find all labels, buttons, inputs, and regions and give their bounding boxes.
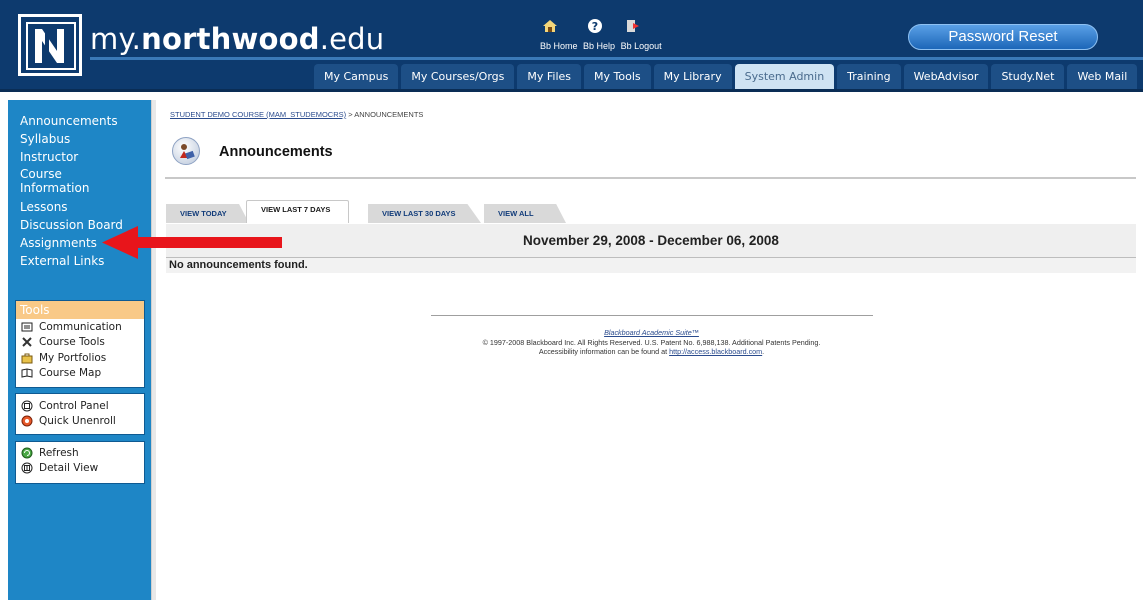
tool-course-tools[interactable]: Course Tools: [16, 335, 144, 351]
sidebar-item-lessons[interactable]: Lessons: [20, 199, 130, 215]
detail-view-label: Detail View: [39, 462, 99, 475]
refresh-link[interactable]: Refresh: [16, 445, 144, 461]
empty-message: No announcements found.: [169, 259, 308, 271]
tools-panel: Tools Communication Course Tools My Port…: [15, 300, 145, 388]
breadcrumb-course-link[interactable]: STUDENT DEMO COURSE (MAM_STUDEMOCRS): [170, 110, 346, 119]
control-panel-box: Control Panel Quick Unenroll: [15, 393, 145, 435]
tool-label: My Portfolios: [39, 351, 107, 364]
communication-icon: [21, 322, 33, 332]
tool-course-map[interactable]: Course Map: [16, 366, 144, 382]
tab-my-library[interactable]: My Library: [653, 64, 732, 89]
quick-unenroll-label: Quick Unenroll: [39, 415, 116, 428]
sidebar-item-announcements[interactable]: Announcements: [20, 113, 130, 129]
tab-my-campus[interactable]: My Campus: [314, 64, 399, 89]
logout-icon[interactable]: [624, 18, 640, 34]
view-options-box: Refresh Detail View: [15, 441, 145, 484]
detail-view-icon: [21, 462, 33, 474]
accessibility-prefix: Accessibility information can be found a…: [538, 347, 670, 356]
tab-view-all[interactable]: VIEW ALL: [484, 204, 566, 223]
sidebar-item-instructor[interactable]: Instructor: [20, 149, 130, 165]
tab-training[interactable]: Training: [837, 64, 901, 89]
tab-system-admin[interactable]: System Admin: [734, 64, 835, 89]
title-divider: [165, 177, 1136, 179]
red-arrow-annotation: [102, 226, 282, 259]
tab-view-last-30-days[interactable]: VIEW LAST 30 DAYS: [368, 204, 481, 223]
date-range-bar: November 29, 2008 - December 06, 2008: [166, 224, 1136, 258]
copyright-text: © 1997-2008 Blackboard Inc. All Rights R…: [482, 337, 821, 347]
sidebar-item-syllabus[interactable]: Syllabus: [20, 131, 130, 147]
breadcrumb: STUDENT DEMO COURSE (MAM_STUDEMOCRS) > A…: [170, 110, 423, 119]
course-map-icon: [21, 368, 33, 378]
svg-text:?: ?: [592, 20, 598, 33]
control-panel-label: Control Panel: [39, 399, 109, 412]
tab-web-mail[interactable]: Web Mail: [1067, 64, 1138, 89]
tool-my-portfolios[interactable]: My Portfolios: [16, 350, 144, 366]
home-icon[interactable]: [542, 18, 558, 34]
control-panel-icon: [21, 400, 33, 412]
refresh-icon: [21, 447, 33, 459]
refresh-label: Refresh: [39, 446, 79, 459]
site-name: my.northwood.edu: [90, 22, 385, 56]
tool-label: Communication: [39, 320, 122, 333]
tools-icon: [22, 337, 32, 347]
tab-my-tools[interactable]: My Tools: [584, 64, 651, 89]
bb-logout-link[interactable]: Bb Logout: [621, 41, 662, 51]
sidebar-item-course-information[interactable]: Course Information: [20, 167, 100, 195]
footer: Blackboard Academic Suite™ © 1997-2008 B…: [300, 328, 1003, 357]
breadcrumb-current: > ANNOUNCEMENTS: [346, 110, 424, 119]
tab-view-today[interactable]: VIEW TODAY: [166, 204, 249, 223]
tab-webadvisor[interactable]: WebAdvisor: [903, 64, 989, 89]
header-divider: [90, 57, 1143, 60]
site-header: my.northwood.edu ? Bb Home Bb Help Bb Lo…: [0, 0, 1143, 92]
portfolio-icon: [21, 353, 33, 364]
help-icon[interactable]: ?: [587, 18, 603, 34]
announcements-icon: [172, 137, 200, 165]
detail-view-link[interactable]: Detail View: [16, 461, 144, 477]
accessibility-link[interactable]: http://access.blackboard.com: [669, 347, 762, 356]
quick-unenroll-link[interactable]: Quick Unenroll: [16, 414, 144, 430]
bb-home-link[interactable]: Bb Home: [540, 41, 578, 51]
course-sidebar: Announcements Syllabus Instructor Course…: [8, 100, 151, 600]
password-reset-button[interactable]: Password Reset: [908, 24, 1098, 50]
footer-divider: [431, 315, 873, 316]
tool-communication[interactable]: Communication: [16, 319, 144, 335]
bb-links: Bb Home Bb Help Bb Logout: [540, 41, 665, 51]
main-nav-tabs: My Campus My Courses/Orgs My Files My To…: [314, 64, 1140, 90]
northwood-logo[interactable]: [18, 14, 82, 76]
accessibility-text: Accessibility information can be found a…: [300, 347, 1003, 357]
accessibility-suffix: .: [762, 347, 765, 356]
unenroll-icon: [21, 415, 33, 427]
tools-title: Tools: [16, 301, 144, 319]
tool-label: Course Tools: [39, 336, 105, 349]
tab-view-last-7-days[interactable]: VIEW LAST 7 DAYS: [246, 200, 349, 223]
date-range: November 29, 2008 - December 06, 2008: [523, 233, 779, 248]
tab-my-courses-orgs[interactable]: My Courses/Orgs: [401, 64, 515, 89]
control-panel-link[interactable]: Control Panel: [16, 398, 144, 414]
blackboard-suite-link[interactable]: Blackboard Academic Suite™: [604, 328, 699, 337]
tab-my-files[interactable]: My Files: [517, 64, 582, 89]
announcements-list: No announcements found.: [166, 258, 1136, 273]
bb-help-link[interactable]: Bb Help: [583, 41, 615, 51]
tool-label: Course Map: [39, 367, 102, 380]
page-title: Announcements: [219, 144, 333, 160]
tab-study-net[interactable]: Study.Net: [991, 64, 1065, 89]
content-divider: [151, 100, 156, 600]
